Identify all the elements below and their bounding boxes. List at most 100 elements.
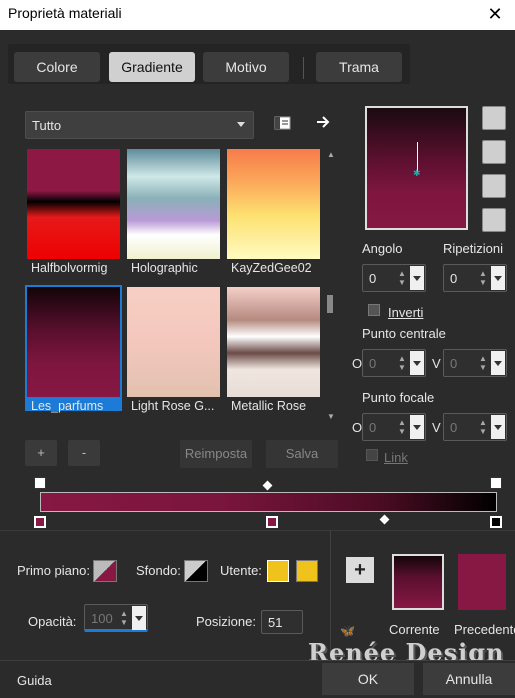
dropdown-icon[interactable] [491, 351, 505, 375]
gradient-swatch [127, 287, 220, 397]
gradient-tile-selected[interactable]: Les_parfums [25, 285, 122, 413]
tab-bar: Colore Gradiente Motivo Trama [8, 44, 410, 84]
tab-colore[interactable]: Colore [14, 52, 100, 82]
add-swatch-button[interactable]: + [346, 557, 374, 583]
tab-trama[interactable]: Trama [316, 52, 402, 82]
gradient-name: Les_parfums [31, 399, 104, 413]
current-label: Corrente [389, 622, 440, 637]
color-stop-marker[interactable] [266, 516, 278, 528]
spin-arrows-icon[interactable]: ▲ ▼ [119, 609, 129, 627]
dropdown-icon[interactable] [132, 606, 146, 630]
spin-arrows-icon[interactable]: ▲ ▼ [397, 269, 407, 287]
help-button[interactable]: Guida [17, 673, 52, 688]
opacity-stop-marker[interactable] [34, 477, 46, 489]
radial-gradient-type-button[interactable] [482, 174, 506, 198]
spin-arrows-icon[interactable]: ▲ ▼ [397, 354, 407, 372]
tab-motivo[interactable]: Motivo [203, 52, 289, 82]
gradient-tile[interactable]: KayZedGee02 [225, 147, 322, 275]
foreground-label: Primo piano: [17, 563, 90, 578]
gradient-editor-bar[interactable] [40, 492, 497, 512]
gradient-swatch [127, 149, 220, 259]
remove-gradient-button[interactable]: - [68, 440, 100, 466]
center-v-label: V [432, 356, 441, 371]
opacity-stop-marker[interactable] [490, 477, 502, 489]
save-button[interactable]: Salva [266, 440, 338, 468]
angle-label: Angolo [362, 241, 403, 256]
focal-v-value: 0 [450, 420, 458, 435]
butterfly-icon: 🦋 [340, 624, 355, 638]
ok-button[interactable]: OK [322, 663, 414, 695]
focal-v-input[interactable]: 0 ▲ ▼ [443, 413, 507, 441]
dropdown-icon[interactable] [491, 266, 505, 290]
opacity-value: 100 [91, 611, 113, 626]
scroll-down-icon[interactable]: ▼ [327, 412, 335, 421]
gradient-library: Halfbolvormig Holographic KayZedGee02 Le… [25, 147, 323, 423]
dropdown-icon[interactable] [410, 351, 424, 375]
angle-input[interactable]: 0 ▲ ▼ [362, 264, 426, 292]
center-h-value: 0 [369, 356, 377, 371]
color-stop-marker[interactable] [34, 516, 46, 528]
opacity-input[interactable]: 100 ▲ ▼ [84, 604, 148, 632]
library-scrollbar[interactable]: ▲ ▼ [325, 150, 335, 422]
center-h-input[interactable]: 0 ▲ ▼ [362, 349, 426, 377]
focal-h-input[interactable]: 0 ▲ ▼ [362, 413, 426, 441]
position-input[interactable]: 51 [261, 610, 303, 634]
color-stop-marker[interactable] [490, 516, 502, 528]
chevron-down-icon [237, 122, 245, 127]
user-color-swatch[interactable] [296, 560, 318, 582]
link-checkbox[interactable] [366, 449, 378, 461]
focal-point-label: Punto focale [362, 390, 435, 405]
focal-h-value: 0 [369, 420, 377, 435]
invert-checkbox[interactable] [368, 304, 380, 316]
category-value: Tutto [32, 118, 62, 133]
center-v-value: 0 [450, 356, 458, 371]
scroll-thumb[interactable] [327, 295, 333, 313]
center-handle-icon[interactable]: ✱ [413, 168, 421, 179]
previous-swatch[interactable] [458, 554, 506, 610]
link-label: Link [384, 450, 408, 465]
user-stop-button[interactable] [267, 560, 289, 582]
add-gradient-button[interactable]: + [25, 440, 57, 466]
gradient-preview[interactable]: ✱ [365, 106, 468, 230]
rectangular-gradient-type-button[interactable] [482, 140, 506, 164]
background-stop-button[interactable] [184, 560, 208, 582]
cancel-button[interactable]: Annulla [423, 663, 515, 695]
tab-separator [303, 57, 304, 79]
tab-gradiente[interactable]: Gradiente [109, 52, 195, 82]
repeats-input[interactable]: 0 ▲ ▼ [443, 264, 507, 292]
sunburst-gradient-type-button[interactable] [482, 208, 506, 232]
background-label: Sfondo: [136, 563, 181, 578]
dropdown-icon[interactable] [491, 415, 505, 439]
gradient-tile[interactable]: Metallic Rose [225, 285, 322, 413]
library-icon[interactable] [274, 115, 292, 131]
gradient-swatch [227, 149, 320, 259]
close-icon[interactable]: ✕ [475, 0, 515, 30]
invert-label: Inverti [388, 305, 424, 320]
gradient-tile[interactable]: Holographic [125, 147, 222, 275]
title-bar: Proprietà materiali ✕ [0, 0, 515, 30]
category-dropdown[interactable]: Tutto [25, 111, 254, 139]
focal-h-label: O [352, 420, 363, 435]
gradient-swatch [227, 287, 320, 397]
dropdown-icon[interactable] [410, 266, 424, 290]
scroll-up-icon[interactable]: ▲ [327, 150, 335, 159]
spin-arrows-icon[interactable]: ▲ ▼ [397, 418, 407, 436]
dropdown-icon[interactable] [410, 415, 424, 439]
center-v-input[interactable]: 0 ▲ ▼ [443, 349, 507, 377]
gradient-tile[interactable]: Halfbolvormig [25, 147, 122, 275]
reset-button[interactable]: Reimposta [180, 440, 252, 468]
gradient-name: Holographic [131, 261, 198, 275]
gradient-name: KayZedGee02 [231, 261, 312, 275]
previous-label: Precedente [454, 622, 515, 637]
gradient-tile[interactable]: Light Rose G... [125, 285, 222, 413]
gradient-name: Halfbolvormig [31, 261, 108, 275]
arrow-right-icon[interactable] [315, 114, 331, 130]
current-swatch[interactable] [392, 554, 444, 610]
foreground-stop-button[interactable] [93, 560, 117, 582]
spin-arrows-icon[interactable]: ▲ ▼ [478, 354, 488, 372]
linear-gradient-type-button[interactable] [482, 106, 506, 130]
repeats-value: 0 [450, 271, 458, 286]
spin-arrows-icon[interactable]: ▲ ▼ [478, 418, 488, 436]
spin-arrows-icon[interactable]: ▲ ▼ [478, 269, 488, 287]
repeats-label: Ripetizioni [443, 241, 503, 256]
